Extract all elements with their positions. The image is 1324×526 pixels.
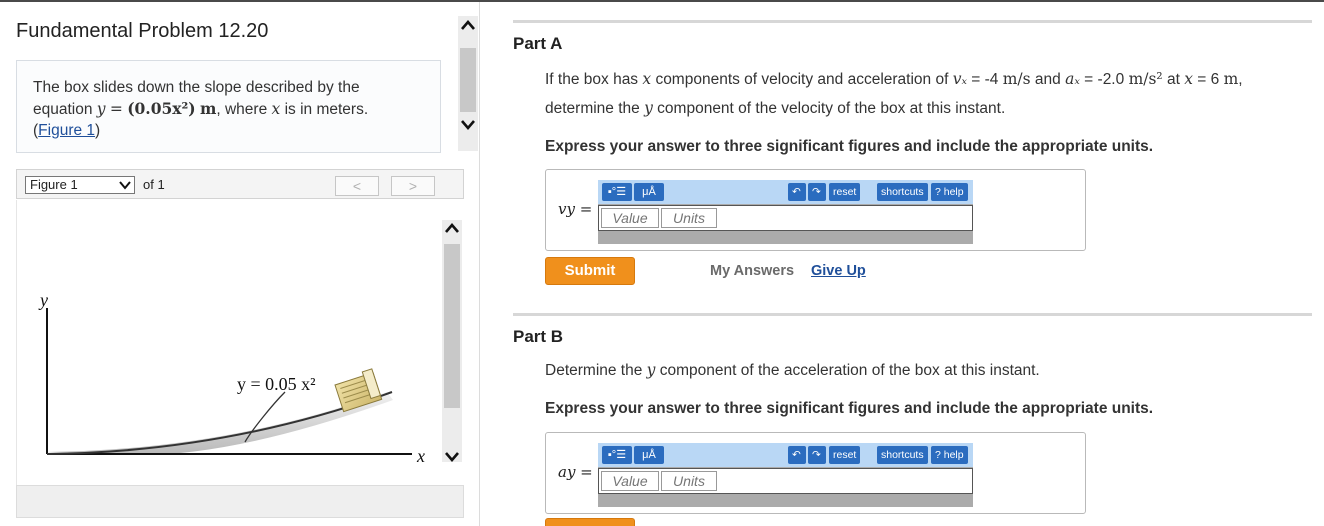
qa-var-x: x	[642, 70, 652, 88]
qa-unit-3: m	[1223, 70, 1239, 88]
slope-figure: y x y = 0.05 x²	[38, 290, 425, 466]
help-button[interactable]: ? help	[931, 446, 968, 464]
problem-text-3: , where	[216, 101, 268, 118]
part-a-editor: ▪°☰ μÅ ↶ ↷ reset shortcuts ? help	[598, 180, 973, 244]
shortcuts-button[interactable]: shortcuts	[877, 446, 928, 464]
part-a-answer-box: vy = ▪°☰ μÅ ↶ ↷ reset shortcuts ? help	[545, 169, 1086, 251]
part-a-divider	[513, 20, 1312, 23]
figure-footer	[16, 485, 464, 518]
undo-icon[interactable]: ↶	[788, 446, 806, 464]
chevron-down-icon	[119, 181, 131, 190]
eq-expression: (0.05x²)	[127, 99, 196, 118]
shortcuts-button[interactable]: shortcuts	[877, 183, 928, 201]
help-button[interactable]: ? help	[931, 183, 968, 201]
y-axis-label: y	[38, 290, 48, 310]
problem-statement-box: The box slides down the slope described …	[16, 60, 441, 153]
figure-link[interactable]: Figure 1	[38, 122, 95, 139]
units-button[interactable]: μÅ	[634, 446, 664, 464]
part-b-instruction: Express your answer to three significant…	[545, 400, 1154, 417]
qa-line2-a: determine the	[545, 100, 640, 117]
qb-text-a: Determine the	[545, 362, 643, 379]
part-b-answer-box: ay = ▪°☰ μÅ ↶ ↷ reset shortcuts ? help	[545, 432, 1086, 514]
eq-unit: m	[199, 99, 217, 118]
figure-select[interactable]: Figure 1	[25, 176, 135, 194]
redo-icon[interactable]: ↷	[808, 183, 826, 201]
qa-var-vx: vₓ	[952, 70, 967, 88]
part-b-units-input[interactable]	[661, 471, 717, 491]
figure-select-value: Figure 1	[30, 177, 78, 192]
problem-text-1: The box slides down the slope described …	[33, 79, 360, 96]
problem-statement: The box slides down the slope described …	[33, 77, 433, 141]
part-a-title: Part A	[513, 34, 563, 53]
templates-button[interactable]: ▪°☰	[602, 183, 632, 201]
part-b-title: Part B	[513, 327, 564, 346]
problem-text-2: equation	[33, 101, 93, 118]
part-b-editor: ▪°☰ μÅ ↶ ↷ reset shortcuts ? help	[598, 443, 973, 507]
qa-text-4: and	[1034, 71, 1061, 88]
part-a-input-row	[598, 205, 973, 231]
figure-count: of 1	[143, 177, 165, 192]
eq-y: y	[96, 100, 106, 118]
qa-text-6: at	[1166, 71, 1180, 88]
part-b-divider	[513, 313, 1312, 316]
qa-text-7: = 6	[1197, 71, 1220, 88]
left-column: Fundamental Problem 12.20 The box slides…	[0, 2, 480, 526]
qa-unit-2: m/s²	[1128, 70, 1163, 88]
part-b-input-row	[598, 468, 973, 494]
qa-text-5: = -2.0	[1084, 71, 1125, 88]
units-button[interactable]: μÅ	[634, 183, 664, 201]
problem-title: Fundamental Problem 12.20	[16, 20, 269, 42]
part-a-instruction: Express your answer to three significant…	[545, 138, 1154, 155]
figure-scroll-up-icon[interactable]	[442, 219, 462, 239]
part-a-question: If the box has x components of velocity …	[545, 65, 1315, 123]
problem-scrollbar-thumb[interactable]	[460, 48, 476, 112]
curve-label: y = 0.05 x²	[237, 374, 316, 394]
part-a-answer-label: vy =	[558, 200, 593, 218]
next-figure-button[interactable]: >	[391, 176, 435, 196]
figure-scrollbar[interactable]	[442, 220, 462, 462]
eq-equals: =	[109, 100, 123, 118]
redo-icon[interactable]: ↷	[808, 446, 826, 464]
problem-text-4: is in meters.	[284, 101, 369, 118]
qb-var-y: y	[646, 361, 656, 379]
part-a-value-input[interactable]	[601, 208, 659, 228]
templates-button[interactable]: ▪°☰	[602, 446, 632, 464]
part-b-question: Determine the y component of the acceler…	[545, 356, 1315, 385]
part-b-toolbar: ▪°☰ μÅ ↶ ↷ reset shortcuts ? help	[598, 443, 973, 467]
qa-unit-1: m/s	[1002, 70, 1031, 88]
figure-nav-bar: Figure 1 of 1 < >	[16, 169, 464, 199]
part-a-toolbar: ▪°☰ μÅ ↶ ↷ reset shortcuts ? help	[598, 180, 973, 204]
part-b-value-input[interactable]	[601, 471, 659, 491]
qa-text-3: = -4	[971, 71, 999, 88]
give-up-link[interactable]: Give Up	[811, 263, 866, 279]
x-axis-label: x	[416, 446, 425, 466]
part-a-units-input[interactable]	[661, 208, 717, 228]
undo-icon[interactable]: ↶	[788, 183, 806, 201]
figure-scrollbar-thumb[interactable]	[444, 244, 460, 408]
prev-figure-button[interactable]: <	[335, 176, 379, 196]
qb-text-b: component of the acceleration of the box…	[659, 362, 1040, 379]
submit-button[interactable]: Submit	[545, 257, 635, 285]
qa-line2-b: component of the velocity of the box at …	[657, 100, 1006, 117]
figure-view: y x y = 0.05 x²	[16, 200, 464, 485]
var-x: x	[271, 100, 281, 118]
scroll-down-icon[interactable]	[458, 114, 478, 134]
part-b-answer-label: ay =	[558, 463, 593, 481]
qa-text-8: ,	[1238, 71, 1243, 88]
qa-var-ax: aₓ	[1065, 70, 1080, 88]
my-answers-link[interactable]: My Answers	[710, 263, 794, 279]
reset-button[interactable]: reset	[829, 183, 861, 201]
figure-link-close: )	[95, 122, 101, 139]
qa-text-1: If the box has	[545, 71, 639, 88]
scroll-up-icon[interactable]	[458, 16, 478, 36]
qa-text-2: components of velocity and acceleration …	[655, 71, 949, 88]
qa-var-x2: x	[1184, 70, 1193, 88]
qa-line2-y: y	[644, 99, 653, 117]
part-b-submit-button-partial[interactable]	[545, 518, 635, 526]
reset-button[interactable]: reset	[829, 446, 861, 464]
figure-scroll-down-icon[interactable]	[442, 446, 462, 466]
